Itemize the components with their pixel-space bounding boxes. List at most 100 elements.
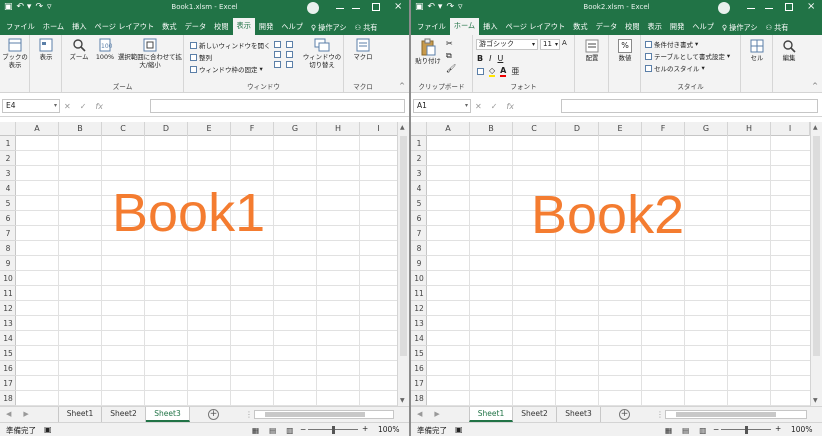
alignment-button[interactable]: 配置	[578, 39, 606, 62]
row-header[interactable]: 12	[0, 301, 16, 316]
row-header[interactable]: 6	[411, 211, 427, 226]
row-header[interactable]: 16	[411, 361, 427, 376]
row-header[interactable]: 7	[411, 226, 427, 241]
border-icon[interactable]	[477, 68, 484, 75]
close-button[interactable]: ×	[807, 1, 815, 12]
close-button[interactable]: ×	[394, 1, 402, 12]
row-header[interactable]: 8	[0, 241, 16, 256]
page-layout-view-icon[interactable]: ▤	[682, 426, 689, 435]
next-sheet-icon[interactable]: ▶	[23, 410, 28, 418]
row-header[interactable]: 5	[0, 196, 16, 211]
cell-styles-button[interactable]: セルのスタイル ▾	[645, 63, 705, 73]
zoom-to-selection-button[interactable]: 選択範囲に合わせて拡大/縮小	[118, 38, 182, 69]
tab-split-icon[interactable]: ⋮	[656, 410, 664, 419]
cell-area[interactable]	[427, 136, 810, 406]
zoom-slider-thumb[interactable]	[332, 426, 335, 434]
scroll-down-icon[interactable]: ▼	[813, 397, 818, 404]
column-header[interactable]: B	[59, 122, 102, 136]
column-header[interactable]: I	[360, 122, 398, 136]
cancel-icon[interactable]: ✕	[475, 102, 482, 111]
tab-split-icon[interactable]: ⋮	[245, 410, 253, 419]
normal-view-icon[interactable]: ▦	[252, 426, 259, 435]
scroll-down-icon[interactable]: ▼	[400, 397, 405, 404]
freeze-panes-button[interactable]: ウィンドウ枠の固定 ▾	[190, 64, 263, 74]
macros-button[interactable]: マクロ	[349, 38, 377, 61]
row-header[interactable]: 16	[0, 361, 16, 376]
row-header[interactable]: 9	[0, 256, 16, 271]
row-header[interactable]: 17	[411, 376, 427, 391]
row-header[interactable]: 2	[0, 151, 16, 166]
zoom-in-icon[interactable]: +	[362, 424, 368, 433]
tab-review[interactable]: 校閲	[210, 19, 232, 35]
row-header[interactable]: 10	[0, 271, 16, 286]
paste-button[interactable]: 貼り付け	[414, 38, 442, 65]
row-header[interactable]: 11	[0, 286, 16, 301]
column-header[interactable]: I	[771, 122, 810, 136]
format-painter-icon[interactable]: 🖌	[446, 64, 456, 73]
next-sheet-icon[interactable]: ▶	[434, 410, 439, 418]
row-header[interactable]: 17	[0, 376, 16, 391]
column-header[interactable]: H	[728, 122, 771, 136]
format-as-table-button[interactable]: テーブルとして書式設定 ▾	[645, 51, 730, 61]
row-header[interactable]: 3	[0, 166, 16, 181]
column-header[interactable]: F	[231, 122, 274, 136]
zoom-in-icon[interactable]: +	[775, 424, 781, 433]
tab-share[interactable]: ⚇ 共有	[351, 19, 382, 35]
h-scroll-thumb[interactable]	[265, 412, 365, 417]
minimize-button[interactable]	[765, 8, 773, 9]
select-all-corner[interactable]	[411, 122, 427, 136]
tab-page-layout[interactable]: ページ レイアウト	[502, 19, 570, 35]
bold-button[interactable]: B	[477, 54, 483, 63]
formula-input[interactable]	[150, 99, 405, 113]
sheet-tab-sheet1[interactable]: Sheet1	[469, 407, 513, 422]
tab-developer[interactable]: 開発	[666, 19, 688, 35]
unhide-icon[interactable]	[274, 61, 281, 68]
row-header[interactable]: 14	[411, 331, 427, 346]
sheet-tab-sheet2[interactable]: Sheet2	[513, 407, 557, 422]
prev-sheet-icon[interactable]: ◀	[417, 410, 422, 418]
hide-icon[interactable]	[274, 51, 281, 58]
tab-view[interactable]: 表示	[232, 18, 255, 35]
scroll-thumb[interactable]	[813, 136, 820, 356]
vertical-scrollbar[interactable]: ▲ ▼	[810, 122, 822, 406]
normal-view-icon[interactable]: ▦	[665, 426, 672, 435]
row-header[interactable]: 18	[411, 391, 427, 406]
row-header[interactable]: 4	[411, 181, 427, 196]
row-header[interactable]: 13	[411, 316, 427, 331]
page-break-view-icon[interactable]: ▥	[699, 426, 706, 435]
row-header[interactable]: 4	[0, 181, 16, 196]
row-header[interactable]: 5	[411, 196, 427, 211]
column-header[interactable]: E	[188, 122, 231, 136]
row-header[interactable]: 8	[411, 241, 427, 256]
account-avatar[interactable]	[307, 2, 319, 14]
sheet-tab-sheet3[interactable]: Sheet3	[146, 407, 190, 422]
insert-function-icon[interactable]: fx	[506, 102, 514, 111]
column-header[interactable]: G	[685, 122, 728, 136]
show-button[interactable]: 表示	[33, 38, 59, 61]
row-header[interactable]: 15	[0, 346, 16, 361]
select-all-corner[interactable]	[0, 122, 16, 136]
column-header[interactable]: D	[556, 122, 599, 136]
row-header[interactable]: 1	[411, 136, 427, 151]
tab-file[interactable]: ファイル	[413, 19, 450, 35]
row-header[interactable]: 14	[0, 331, 16, 346]
scroll-up-icon[interactable]: ▲	[400, 124, 405, 131]
column-header[interactable]: D	[145, 122, 188, 136]
enter-icon[interactable]: ✓	[80, 102, 87, 111]
sync-scroll-icon[interactable]	[286, 51, 293, 58]
phonetic-icon[interactable]: 亜	[511, 66, 519, 77]
zoom-level[interactable]: 100%	[378, 425, 399, 434]
font-name-select[interactable]: 游ゴシック ▾	[476, 39, 538, 50]
ribbon-display-icon[interactable]	[747, 8, 755, 9]
formula-input[interactable]	[561, 99, 818, 113]
scroll-up-icon[interactable]: ▲	[813, 124, 818, 131]
row-header[interactable]: 18	[0, 391, 16, 406]
zoom-out-icon[interactable]: −	[713, 425, 719, 434]
column-header[interactable]: A	[427, 122, 470, 136]
tab-formulas[interactable]: 数式	[158, 19, 180, 35]
row-header[interactable]: 3	[411, 166, 427, 181]
switch-windows-button[interactable]: ウィンドウの切り替え	[302, 38, 342, 69]
name-box[interactable]: E4 ▾	[2, 99, 60, 113]
zoom-slider-thumb[interactable]	[745, 426, 748, 434]
tab-developer[interactable]: 開発	[255, 19, 277, 35]
